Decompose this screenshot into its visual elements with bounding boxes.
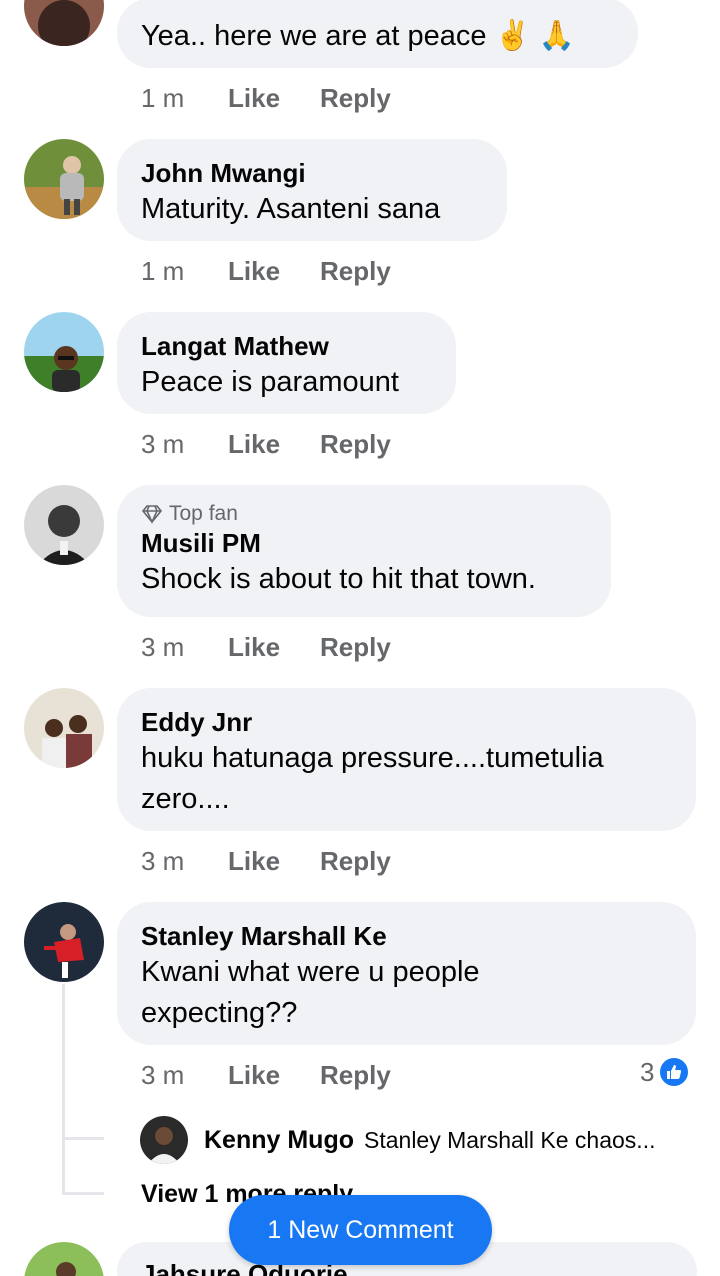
avatar[interactable]: [24, 688, 104, 768]
comment-text: Kwani what were u people expecting??: [141, 956, 480, 1029]
reaction-summary[interactable]: 3: [640, 1056, 691, 1088]
comment-time: 3 m: [141, 846, 185, 876]
like-button[interactable]: Like: [228, 82, 320, 114]
reply-button[interactable]: Reply: [320, 82, 391, 114]
thread-line: [62, 984, 65, 1195]
commenter-name[interactable]: Musili PM: [141, 527, 587, 559]
commenter-name[interactable]: Langat Mathew: [141, 330, 432, 362]
comment-bubble[interactable]: Yea.. here we are at peace ✌️ 🙏: [117, 0, 638, 68]
comment-time: 3 m: [141, 1060, 185, 1090]
comment-bubble[interactable]: Top fan Musili PM Shock is about to hit …: [117, 485, 611, 617]
commenter-name[interactable]: Eddy Jnr: [141, 706, 672, 738]
diamond-icon: [141, 505, 163, 524]
new-comment-button[interactable]: 1 New Comment: [229, 1195, 492, 1265]
comment-text: huku hatunaga pressure....tumetulia zero…: [141, 742, 604, 815]
comment-bubble[interactable]: Eddy Jnr huku hatunaga pressure....tumet…: [117, 688, 696, 831]
comment-bubble[interactable]: Langat Mathew Peace is paramount: [117, 312, 456, 414]
top-fan-badge: Top fan: [141, 501, 587, 527]
avatar[interactable]: [140, 1116, 188, 1164]
like-button[interactable]: Like: [228, 1059, 320, 1091]
reply-text: Stanley Marshall Ke chaos...: [364, 1126, 656, 1153]
avatar[interactable]: [24, 0, 104, 46]
like-button[interactable]: Like: [228, 428, 320, 460]
comment-time: 1 m: [141, 83, 185, 113]
reply-button[interactable]: Reply: [320, 845, 391, 877]
thread-line: [62, 1192, 104, 1195]
comment-bubble[interactable]: Stanley Marshall Ke Kwani what were u pe…: [117, 902, 696, 1045]
reaction-count: 3: [640, 1056, 655, 1087]
avatar[interactable]: [24, 1242, 104, 1276]
reply-author-name[interactable]: Kenny Mugo: [204, 1126, 354, 1155]
reply-button[interactable]: Reply: [320, 428, 391, 460]
reply-button[interactable]: Reply: [320, 631, 391, 663]
like-button[interactable]: Like: [228, 845, 320, 877]
comment-time: 3 m: [141, 632, 185, 662]
comment-time: 1 m: [141, 256, 185, 286]
reply-button[interactable]: Reply: [320, 255, 391, 287]
reply-button[interactable]: Reply: [320, 1059, 391, 1091]
top-fan-label: Top fan: [169, 502, 238, 525]
commenter-name[interactable]: John Mwangi: [141, 157, 483, 189]
comment-time: 3 m: [141, 429, 185, 459]
avatar[interactable]: [24, 312, 104, 392]
comment-text: Maturity. Asanteni sana: [141, 193, 441, 225]
commenter-name[interactable]: Stanley Marshall Ke: [141, 920, 672, 952]
like-button[interactable]: Like: [228, 631, 320, 663]
avatar[interactable]: [24, 139, 104, 219]
avatar[interactable]: [24, 902, 104, 982]
comment-text: Peace is paramount: [141, 366, 399, 398]
thumbs-up-icon: [658, 1056, 691, 1088]
avatar[interactable]: [24, 485, 104, 565]
comment-bubble[interactable]: John Mwangi Maturity. Asanteni sana: [117, 139, 507, 241]
thread-line: [62, 1137, 104, 1140]
comment-text: Shock is about to hit that town.: [141, 563, 536, 595]
comment-text: Yea.. here we are at peace ✌️ 🙏: [141, 20, 575, 52]
reply-preview[interactable]: Kenny Mugo Stanley Marshall Ke chaos...: [140, 1116, 655, 1164]
like-button[interactable]: Like: [228, 255, 320, 287]
